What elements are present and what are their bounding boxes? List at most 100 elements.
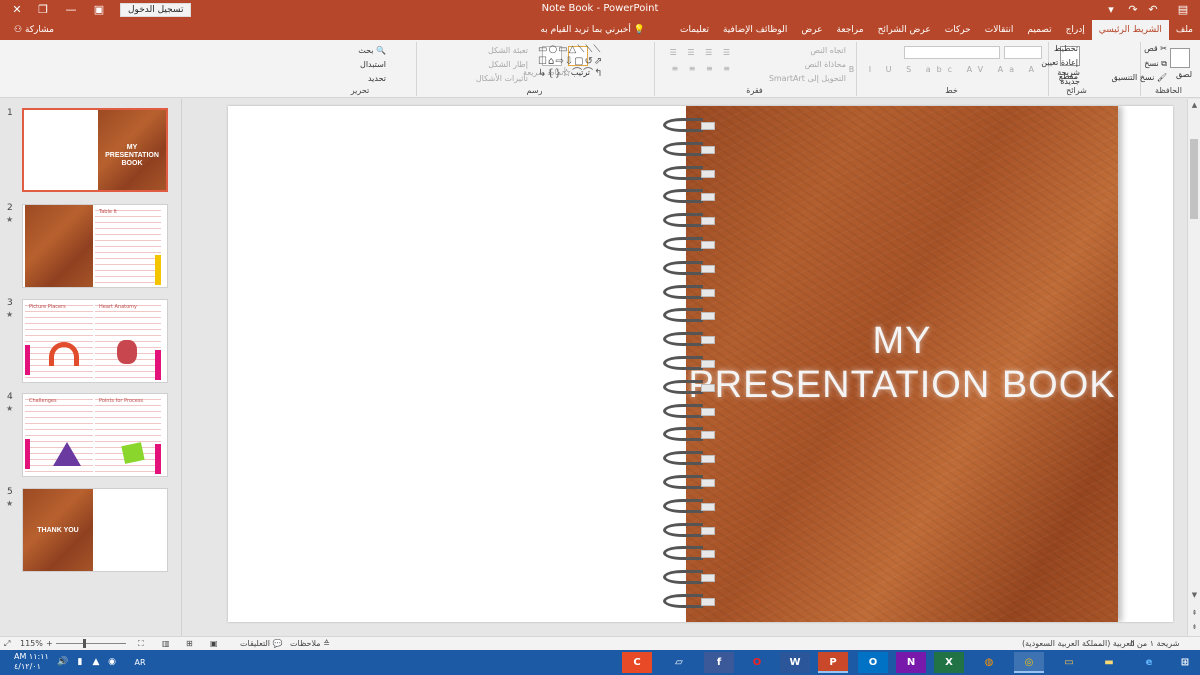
font-format-buttons[interactable]: B I U S abc AV Aa A — [849, 65, 1040, 74]
copy-button[interactable]: ⧉ نسخ — [1144, 59, 1167, 69]
comments-button[interactable]: التعليقات 💬 — [240, 639, 283, 648]
outlook-icon[interactable]: O — [858, 652, 888, 673]
share-button[interactable]: مشاركة ⚇ — [14, 20, 54, 40]
language-indicator[interactable]: العربية (المملكة العربية السعودية) — [1022, 639, 1135, 648]
word-icon[interactable]: W — [780, 652, 810, 673]
tab-7[interactable]: مراجعة — [830, 20, 871, 40]
cut-button[interactable]: ✂ قص — [1144, 44, 1167, 53]
thumb-number: 4 — [7, 392, 13, 402]
tab-6[interactable]: عرض الشرائح — [871, 20, 938, 40]
slide-thumbnail-5[interactable]: THANK YOU — [22, 488, 168, 572]
title-bar: ✕ ❐ — ▣ تسجيل الدخول Note Book - PowerPo… — [0, 0, 1200, 20]
chrome-icon[interactable]: ◎ — [1014, 652, 1044, 673]
customize-icon[interactable]: ▾ — [1102, 2, 1120, 18]
tab-10[interactable]: تعليمات — [673, 20, 716, 40]
scroll-thumb[interactable] — [1190, 139, 1198, 219]
slide-thumbnail-1[interactable]: MY PRESENTATION BOOK — [22, 108, 168, 192]
clock[interactable]: AM ١١:١١ ٤/١٢/٠١ — [14, 652, 49, 672]
ie-icon[interactable]: e — [1134, 652, 1164, 673]
notes-button[interactable]: ملاحظات ≙ — [290, 639, 330, 648]
paste-icon[interactable] — [1170, 48, 1190, 68]
ribbon-tabs-bar: ملف الشريط الرئيسي إدراج تصميم انتقالات حركات… — [0, 20, 1200, 40]
tab-1[interactable]: الشريط الرئيسي — [1091, 20, 1169, 40]
explorer-icon[interactable]: ▭ — [1054, 652, 1084, 673]
font-size-combo[interactable] — [1004, 46, 1042, 59]
tab-4[interactable]: انتقالات — [978, 20, 1021, 40]
current-slide[interactable]: MY PRESENTATION BOOK — [228, 106, 1173, 622]
align-text-button[interactable]: محاذاة النص — [805, 60, 846, 69]
shape-effects-button[interactable]: تأثيرات الأشكال — [476, 74, 528, 83]
thumb-number: 2 — [7, 203, 13, 213]
thumb-tab — [155, 444, 161, 474]
vertical-scrollbar[interactable]: ▲ ▼ ⇞ ⇟ — [1187, 99, 1200, 636]
tell-me-search[interactable]: 💡 أخبرني بما تريد القيام به — [540, 20, 645, 40]
comment-icon: 💬 — [272, 639, 283, 648]
network-icon[interactable]: ▮ — [72, 652, 88, 673]
shapes-gallery[interactable]: ▭○▭△⟍⟍⟍ ☐⌂⇨⇩▢↺⇗ ↳{}☆⌒⌒↰ — [538, 44, 638, 80]
folder-icon[interactable]: ▬ — [1094, 652, 1124, 673]
zoom-out-button[interactable]: + — [46, 639, 53, 648]
start-icon[interactable]: ⊞ — [1170, 652, 1200, 673]
prev-slide-icon[interactable]: ⇞ — [1190, 609, 1199, 618]
slide-thumbnail-2[interactable]: Table It — [22, 204, 168, 288]
zoom-level[interactable]: 115% — [20, 639, 43, 648]
next-slide-icon[interactable]: ⇟ — [1190, 623, 1199, 632]
tray-expand-icon[interactable]: ▲ — [88, 652, 104, 673]
redo-icon[interactable]: ↷ — [1124, 2, 1142, 18]
drawing-group-label: رسم — [526, 86, 543, 95]
tab-0[interactable]: ملف — [1169, 20, 1200, 40]
paragraph-group: اتجاه النص محاذاة النص التحويل إلى Smart… — [654, 42, 854, 96]
select-button[interactable]: تحديد — [368, 74, 386, 83]
tab-8[interactable]: عرض — [794, 20, 829, 40]
zoom-slider-knob[interactable] — [83, 639, 86, 648]
text-direction-button[interactable]: اتجاه النص — [810, 46, 846, 55]
find-button[interactable]: 🔍 بحث — [358, 46, 386, 55]
onenote-icon[interactable]: N — [896, 652, 926, 673]
brush-icon: 🖌 — [1154, 73, 1167, 82]
zoom-slider[interactable] — [56, 643, 121, 644]
firefox-icon[interactable]: ◍ — [974, 652, 1004, 673]
slideshow-view-icon[interactable]: ⛶ — [138, 639, 144, 649]
smartart-button[interactable]: التحويل إلى SmartArt — [769, 74, 846, 83]
scroll-up-icon[interactable]: ▲ — [1190, 101, 1199, 110]
align-buttons[interactable]: ≡ ≡ ≡ ≡ — [672, 64, 734, 73]
powerpoint-icon[interactable]: P — [818, 652, 848, 673]
format-painter-button[interactable]: 🖌 نسخ التنسيق — [1112, 73, 1167, 82]
antivirus-icon[interactable]: ◉ — [104, 652, 120, 673]
normal-view-icon[interactable]: ▣ — [210, 639, 218, 648]
section-button[interactable]: مقطع — [1059, 72, 1078, 81]
desktop-icon[interactable]: ▱ — [664, 652, 694, 673]
replace-button[interactable]: استبدال — [360, 60, 386, 69]
thumb-title: Picture Placers — [29, 304, 66, 310]
reset-button[interactable]: إعادة تعيين — [1041, 58, 1078, 67]
tab-5[interactable]: حركات — [938, 20, 978, 40]
slide-title[interactable]: MY PRESENTATION BOOK — [686, 319, 1118, 407]
paste-button[interactable]: لصق — [1176, 70, 1192, 79]
slide-thumbnail-4[interactable]: Challenges Points for Process — [22, 393, 168, 477]
undo-icon[interactable]: ↶ — [1144, 2, 1162, 18]
camtasia-icon[interactable]: C — [622, 652, 652, 673]
fit-slide-icon[interactable]: ⤢ — [4, 639, 10, 649]
shape-outline-button[interactable]: إطار الشكل — [488, 60, 528, 69]
layout-button[interactable]: تخطيط — [1054, 44, 1078, 53]
facebook-icon[interactable]: f — [704, 652, 734, 673]
tab-9[interactable]: الوظائف الإضافية — [716, 20, 794, 40]
reading-view-icon[interactable]: ▥ — [162, 639, 170, 648]
slide-sorter-icon[interactable]: ⊞ — [186, 639, 193, 648]
slide-thumbnail-3[interactable]: Picture Placers Heart Anatomy — [22, 299, 168, 383]
excel-icon[interactable]: X — [934, 652, 964, 673]
search-icon: 🔍 — [373, 46, 386, 55]
tab-2[interactable]: إدراج — [1059, 20, 1092, 40]
zoom-in-button[interactable]: − — [120, 639, 127, 648]
tab-3[interactable]: تصميم — [1020, 20, 1058, 40]
scroll-down-icon[interactable]: ▼ — [1190, 591, 1199, 600]
input-language[interactable]: AR — [130, 652, 150, 673]
font-name-combo[interactable] — [904, 46, 1000, 59]
save-icon[interactable]: ▤ — [1174, 2, 1192, 18]
opera-icon[interactable]: O — [742, 652, 772, 673]
list-buttons[interactable]: ☰ ☰ ☰ ☰ — [670, 48, 734, 57]
volume-icon[interactable]: 🔊 — [55, 652, 71, 673]
editing-group-label: تحرير — [350, 86, 370, 95]
shape-fill-button[interactable]: تعبئة الشكل — [488, 46, 528, 55]
editing-group: 🔍 بحث استبدال تحديد تحرير — [330, 42, 390, 96]
